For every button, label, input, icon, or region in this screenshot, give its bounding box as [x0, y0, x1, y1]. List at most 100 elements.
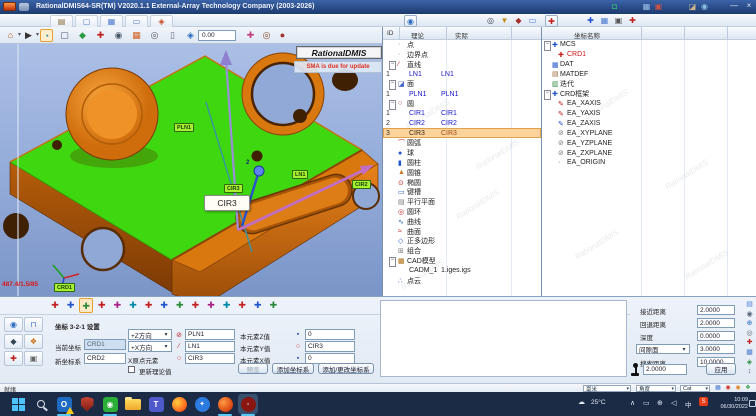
- file-explorer-icon[interactable]: [123, 394, 143, 414]
- coord-row-ea-xyplane[interactable]: ⊘EA_XYPLANE: [542, 128, 756, 138]
- alignment-method-icon-3[interactable]: ✚: [79, 298, 93, 313]
- value-input-2[interactable]: CIR3: [305, 341, 355, 352]
- tree-row-cir1[interactable]: 1CIR1CIR1: [383, 109, 541, 119]
- gem-icon[interactable]: ◈: [744, 358, 755, 368]
- camera-icon[interactable]: ▣: [612, 15, 625, 27]
- taskbar-clock[interactable]: 10:09 06/30/2022: [712, 397, 748, 411]
- value-input-1[interactable]: 0: [305, 329, 355, 340]
- device-icon[interactable]: ▭: [643, 399, 650, 416]
- marquee-select-icon[interactable]: ▢: [58, 29, 71, 42]
- part-3d-view[interactable]: [0, 44, 382, 296]
- tree-row-curve[interactable]: ∿曲线: [383, 217, 541, 227]
- colormap-icon[interactable]: ▦: [130, 29, 143, 42]
- coord-row-crd-frame[interactable]: −✚CRD框架: [542, 89, 756, 99]
- snap-tolerance-input[interactable]: 0.00: [198, 30, 236, 41]
- tree-row-plane[interactable]: −◪面: [383, 79, 541, 89]
- through-hole-small[interactable]: [82, 228, 124, 270]
- probe-icon[interactable]: ◉: [4, 317, 23, 332]
- joystick-speed-input[interactable]: 2.0000: [643, 364, 687, 375]
- outlook-icon[interactable]: O: [54, 394, 74, 414]
- import-cube-icon[interactable]: ◆: [76, 29, 89, 42]
- cmm-machine-icon[interactable]: ❖: [24, 334, 43, 349]
- new-coord-input[interactable]: CRD2: [84, 353, 126, 364]
- tree-row-torus[interactable]: ◎圆环: [383, 207, 541, 217]
- tree-row-slot[interactable]: ▭键槽: [383, 187, 541, 197]
- alignment-method-icon-4[interactable]: ✚: [95, 298, 109, 313]
- weather-icon[interactable]: ☁: [578, 398, 585, 416]
- cmm-bridge-icon[interactable]: ⊓: [24, 317, 43, 332]
- coord-row-dat[interactable]: ▦DAT: [542, 60, 756, 70]
- tree-row-point[interactable]: ·点: [383, 40, 541, 50]
- report-icon[interactable]: ▤: [744, 300, 755, 310]
- tree-row-cir3[interactable]: 3CIR3CIR3: [383, 128, 541, 138]
- controller-icon[interactable]: ▣: [24, 351, 43, 366]
- tree-row-cad-model[interactable]: −▦CAD模型: [383, 256, 541, 266]
- alignment-method-icon-15[interactable]: ✚: [266, 298, 280, 313]
- feature-input-1[interactable]: PLN1: [185, 329, 235, 340]
- temperature[interactable]: 25°C: [591, 399, 606, 416]
- color-box-icon[interactable]: ▣: [652, 1, 665, 12]
- view-eye-icon[interactable]: ◉: [112, 29, 125, 42]
- axes-icon[interactable]: ✚: [4, 351, 23, 366]
- ime-app-icon[interactable]: S: [699, 397, 708, 406]
- eye-icon[interactable]: ◎: [484, 15, 497, 27]
- start-button[interactable]: [8, 394, 28, 414]
- param-input-2[interactable]: 2.0000: [697, 318, 735, 328]
- funnel-icon[interactable]: ▼: [498, 15, 511, 27]
- col-actual[interactable]: 实际: [455, 30, 468, 40]
- coord-row-ea-yzplane[interactable]: ⊘EA_YZPLANE: [542, 138, 756, 148]
- viewport-3d[interactable]: RationalDMIS SMA is due for update PLN1 …: [0, 44, 382, 296]
- tree-row-pln1[interactable]: 1PLN1PLN1: [383, 89, 541, 99]
- tree-row-arc[interactable]: ⌒圆弧: [383, 138, 541, 148]
- coord-row-mcs[interactable]: −✚MCS: [542, 40, 756, 50]
- feature-input-3[interactable]: CIR3: [185, 353, 235, 364]
- notification-icon[interactable]: [749, 400, 756, 407]
- blind-hole-5[interactable]: [3, 213, 29, 239]
- direction-select-1[interactable]: +Z方向▾: [128, 329, 172, 340]
- col-theoretical[interactable]: 理论: [411, 30, 424, 40]
- result-list-area[interactable]: [380, 300, 627, 377]
- tree-row-polygon[interactable]: ◇正多边形: [383, 237, 541, 247]
- alignment-method-icon-5[interactable]: ✚: [110, 298, 124, 313]
- feature-label-pln1[interactable]: PLN1: [174, 123, 194, 132]
- axes-icon[interactable]: ✚: [744, 338, 755, 348]
- grid-icon[interactable]: ▦: [714, 385, 722, 392]
- viewport-left-splitter[interactable]: [17, 44, 19, 296]
- tree-row-boundary-point[interactable]: ·边界点: [383, 50, 541, 60]
- coord-row-iterate[interactable]: ▥迭代: [542, 79, 756, 89]
- dot-icon[interactable]: ◉: [734, 385, 742, 392]
- clearance-plane-dropdown[interactable]: 间隙面▾: [636, 344, 690, 354]
- probe-holder-icon[interactable]: ◆: [4, 334, 23, 349]
- search-button[interactable]: [31, 394, 51, 414]
- tree-row-ellipse[interactable]: ⊙椭圆: [383, 178, 541, 188]
- coord-row-matdef[interactable]: ▤MATDEF: [542, 69, 756, 79]
- users-icon[interactable]: ●: [276, 29, 289, 42]
- trash-icon[interactable]: ▯: [166, 29, 179, 42]
- coord-row-ea-zxplane[interactable]: ⊘EA_ZXPLANE: [542, 148, 756, 158]
- magnet-probe-icon[interactable]: ◈: [184, 29, 197, 42]
- alignment-method-icon-12[interactable]: ✚: [220, 298, 234, 313]
- tab-probe[interactable]: ▤: [50, 15, 73, 27]
- zoom-icon[interactable]: ⊕: [744, 319, 755, 329]
- add-table-icon[interactable]: ▦: [598, 15, 611, 27]
- shield-icon[interactable]: ◆: [512, 15, 525, 27]
- direction-select-2[interactable]: +X方向▾: [128, 341, 172, 352]
- update-theoretical-checkbox[interactable]: [128, 366, 135, 373]
- tree-row-cylinder[interactable]: ▮圆柱: [383, 158, 541, 168]
- firefox-icon[interactable]: [169, 394, 189, 414]
- tray-expand-caret[interactable]: ∧: [630, 399, 635, 416]
- alignment-method-icon-10[interactable]: ✚: [188, 298, 202, 313]
- search-tool-icon[interactable]: ◉: [698, 1, 711, 12]
- boss-top[interactable]: [87, 89, 137, 139]
- swap-icon[interactable]: ↕: [744, 367, 755, 377]
- probe-ball[interactable]: [254, 166, 264, 176]
- coord-row-ea-yaxis[interactable]: ✎EA_YAXIS: [542, 109, 756, 119]
- alignment-method-icon-11[interactable]: ✚: [204, 298, 218, 313]
- param-input-3[interactable]: 0.0000: [697, 331, 735, 341]
- tab-palette[interactable]: ◈: [150, 15, 173, 27]
- target-icon[interactable]: ◎: [744, 329, 755, 339]
- add-update-coord-button[interactable]: 添加/更改坐标系: [318, 363, 374, 374]
- tree-row-sphere[interactable]: ●球: [383, 148, 541, 158]
- coord-row-ea-xaxis[interactable]: ✎EA_XAXIS: [542, 99, 756, 109]
- alignment-method-icon-9[interactable]: ✚: [173, 298, 187, 313]
